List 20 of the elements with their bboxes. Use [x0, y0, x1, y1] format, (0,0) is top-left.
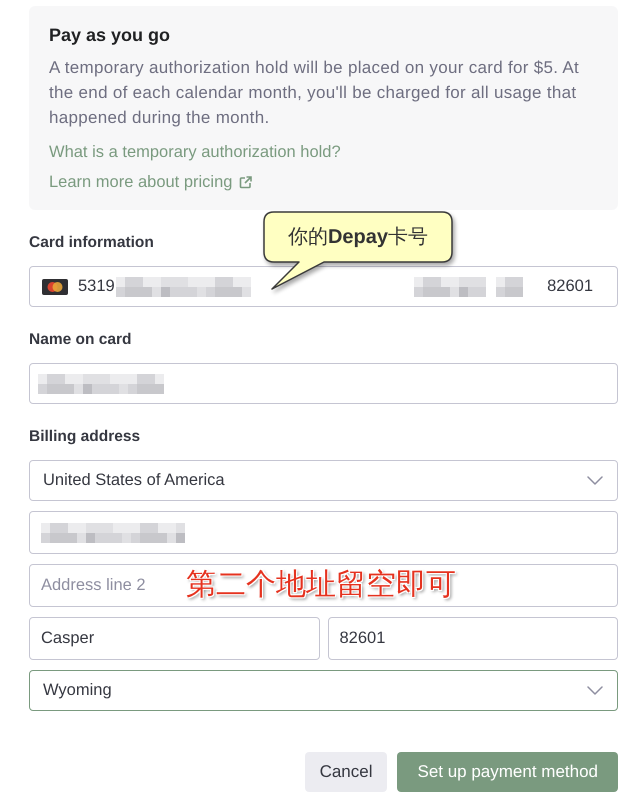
- zip-code-text: 82601: [547, 277, 593, 296]
- section-label: Billing address: [29, 427, 140, 447]
- text-input[interactable]: [29, 511, 618, 554]
- info-title: Pay as you go: [49, 24, 172, 47]
- chevron-down-icon: [587, 686, 603, 695]
- cancel-button[interactable]: Cancel: [304, 752, 388, 792]
- section-label: Card information: [29, 233, 154, 253]
- text-input[interactable]: Casper: [29, 617, 320, 660]
- card-number-text: 5319: [78, 277, 115, 296]
- card-number-field[interactable]: 5319 82601: [29, 266, 618, 307]
- card-icon: [42, 278, 68, 294]
- dropdown-select[interactable]: United States of America: [29, 460, 618, 501]
- section-label: Name on card: [29, 330, 132, 350]
- text-input[interactable]: 82601: [328, 617, 618, 660]
- name-input[interactable]: [29, 363, 618, 404]
- annotation-text: 第二个地址留空即可: [186, 567, 456, 603]
- callout-text: 你的Depay卡号: [286, 225, 430, 250]
- info-text: A temporary authorization hold will be placed on your card for $5. At the end of each calendar month, you'll be charged for all usage that happened during the month.: [49, 57, 580, 129]
- chevron-down-icon: [587, 476, 603, 485]
- dropdown-select[interactable]: Wyoming: [29, 670, 618, 711]
